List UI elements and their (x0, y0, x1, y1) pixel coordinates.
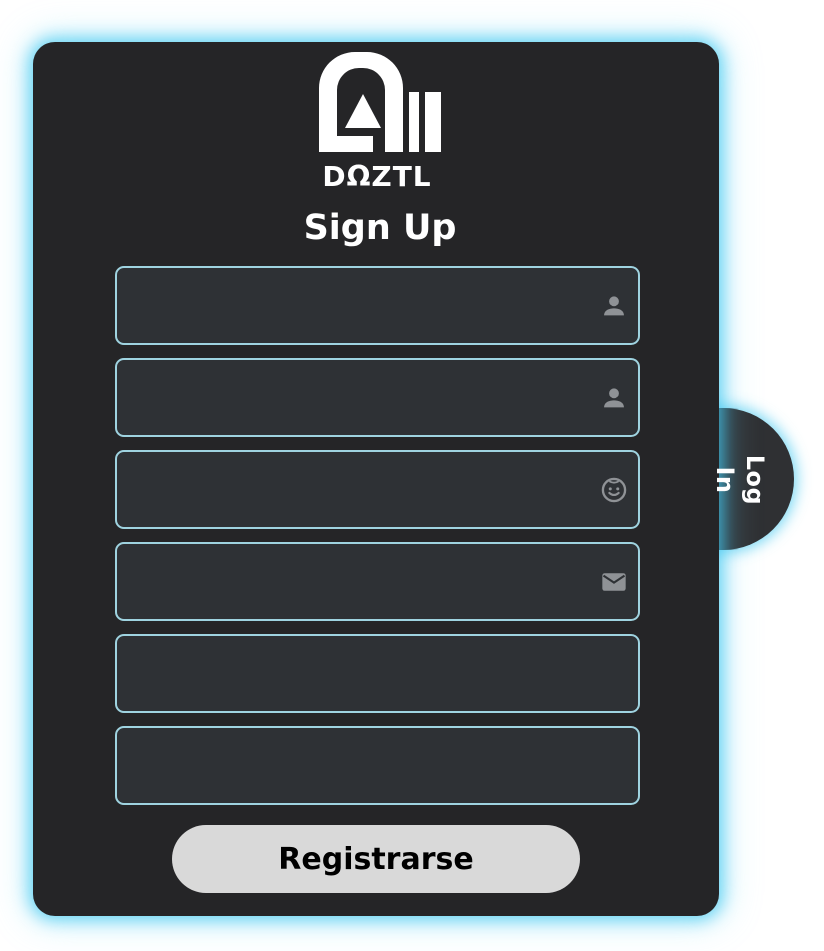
password-field[interactable] (115, 634, 640, 713)
page-title: Sign Up (303, 208, 457, 248)
last-name-field[interactable] (115, 358, 640, 437)
person-icon (604, 388, 624, 408)
last-name-input[interactable] (117, 360, 638, 435)
email-input[interactable] (117, 544, 638, 619)
confirm-password-input[interactable] (117, 728, 638, 803)
password-input[interactable] (117, 636, 638, 711)
register-button[interactable]: Registrarse (172, 825, 580, 893)
login-tab-label[interactable]: Log In (711, 437, 770, 523)
face-icon (601, 477, 627, 503)
first-name-input[interactable] (117, 268, 638, 343)
email-field[interactable] (115, 542, 640, 621)
username-field[interactable] (115, 450, 640, 529)
signup-screen: Log In DΩZTL Sign Up Registrarse (0, 0, 824, 951)
person-icon (604, 296, 624, 316)
confirm-password-field[interactable] (115, 726, 640, 805)
logo-wordmark: DΩZTL (322, 160, 432, 193)
username-input[interactable] (117, 452, 638, 527)
mail-icon (602, 573, 626, 591)
first-name-field[interactable] (115, 266, 640, 345)
